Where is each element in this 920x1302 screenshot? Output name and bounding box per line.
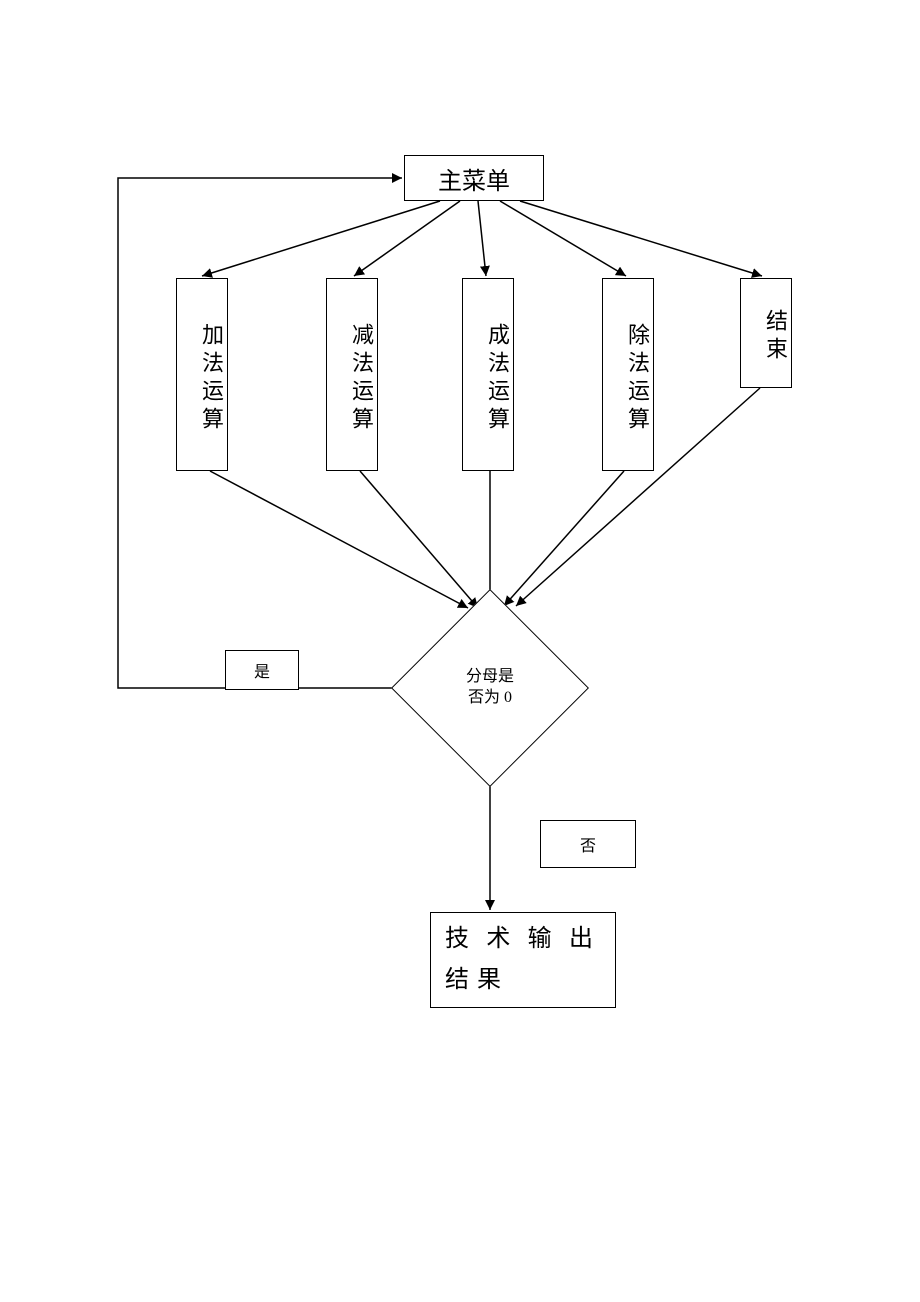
main-menu-label: 主菜单 <box>438 161 510 196</box>
output-label: 技术输出结果 <box>445 919 601 1001</box>
no-label: 否 <box>580 832 596 856</box>
multiplication-label: 成法运算 <box>481 323 513 435</box>
addition-label: 加法运算 <box>195 323 227 435</box>
end-label: 结束 <box>759 309 791 365</box>
decision-label: 分母是 否为 0 <box>466 667 514 709</box>
division-label: 除法运算 <box>621 323 653 435</box>
node-end: 结束 <box>740 278 792 388</box>
node-addition: 加法运算 <box>176 278 228 471</box>
node-multiplication: 成法运算 <box>462 278 514 471</box>
subtraction-label: 减法运算 <box>345 323 377 435</box>
node-decision: 分母是 否为 0 <box>420 618 560 758</box>
node-division: 除法运算 <box>602 278 654 471</box>
yes-label: 是 <box>254 658 270 682</box>
edge-label-no: 否 <box>540 820 636 868</box>
node-main-menu: 主菜单 <box>404 155 544 201</box>
node-subtraction: 减法运算 <box>326 278 378 471</box>
edge-label-yes: 是 <box>225 650 299 690</box>
node-output: 技术输出结果 <box>430 912 616 1008</box>
